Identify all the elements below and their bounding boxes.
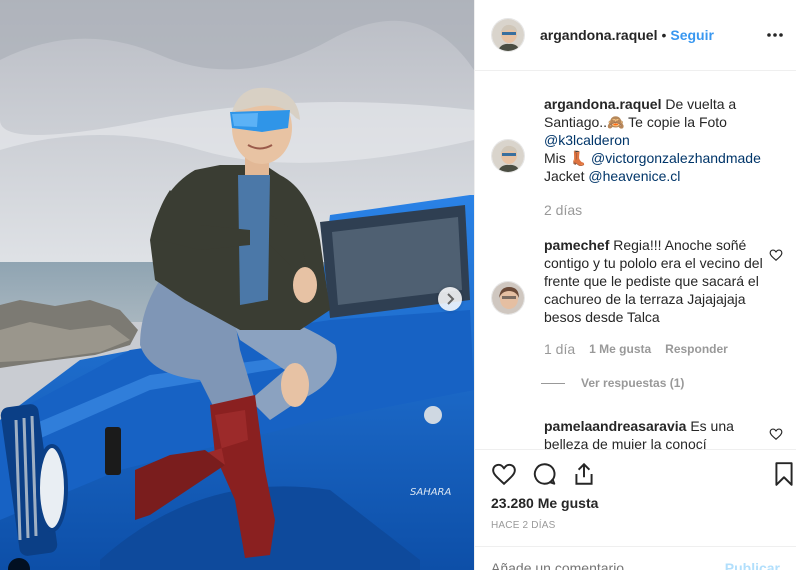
comment-icon[interactable] bbox=[531, 461, 557, 487]
caption-text-jacket: Jacket bbox=[544, 168, 585, 184]
chevron-right-icon bbox=[447, 293, 455, 305]
monkey-emoji-icon: 🙈 bbox=[607, 114, 625, 130]
heart-icon[interactable] bbox=[769, 427, 783, 441]
heart-icon[interactable] bbox=[769, 248, 783, 262]
post-date[interactable]: HACE 2 DÍAS bbox=[491, 520, 555, 531]
author-avatar-image bbox=[492, 19, 524, 51]
likes-count[interactable]: 23.280 Me gusta bbox=[491, 495, 598, 511]
caption-text-line2-rest: Te copie la Foto bbox=[624, 114, 727, 130]
comment-likes[interactable]: 1 Me gusta bbox=[589, 340, 651, 358]
comment-body: pamelaandreasaravia Es una belleza de mu… bbox=[544, 417, 774, 449]
separator-dot: • bbox=[661, 27, 667, 43]
follow-button[interactable]: Seguir bbox=[670, 27, 714, 43]
comment-input[interactable] bbox=[491, 560, 731, 570]
bookmark-icon[interactable] bbox=[771, 461, 796, 487]
comment-meta: 1 día 1 Me gusta Responder bbox=[544, 340, 774, 358]
boot-emoji-icon: 👢 bbox=[569, 150, 588, 166]
divider-line bbox=[541, 382, 565, 384]
mention-link[interactable]: @victorgonzalezhandmade bbox=[591, 150, 761, 166]
caption-text-line1: De vuelta a bbox=[665, 96, 737, 112]
comment-username[interactable]: pamechef bbox=[544, 237, 609, 253]
caption-username[interactable]: argandona.raquel bbox=[544, 96, 661, 112]
comment-time[interactable]: 1 día bbox=[544, 340, 575, 358]
author-avatar-image bbox=[492, 140, 524, 172]
caption-text-line2: Santiago.. bbox=[544, 114, 608, 130]
avatar[interactable] bbox=[491, 18, 525, 52]
author-username[interactable]: argandona.raquel bbox=[540, 27, 657, 43]
avatar[interactable] bbox=[491, 139, 525, 173]
view-replies-label: Ver respuestas (1) bbox=[581, 376, 685, 390]
post-photo[interactable]: SAHARA bbox=[0, 0, 474, 570]
view-replies-button[interactable]: Ver respuestas (1) bbox=[541, 376, 684, 390]
publish-button[interactable]: Publicar bbox=[725, 560, 780, 570]
comment-username[interactable]: pamelaandreasaravia bbox=[544, 418, 686, 434]
more-icon[interactable] bbox=[765, 25, 785, 45]
svg-text:SAHARA: SAHARA bbox=[410, 487, 451, 498]
avatar[interactable] bbox=[491, 281, 525, 315]
actions-bar bbox=[475, 449, 796, 501]
next-photo-button[interactable] bbox=[438, 287, 462, 311]
caption-time[interactable]: 2 días bbox=[544, 201, 774, 219]
comments-list[interactable]: argandona.raquel De vuelta a Santiago..🙈… bbox=[475, 71, 796, 449]
comment-body: pamechef Regia!!! Anoche soñé contigo y … bbox=[544, 236, 774, 358]
post-header: argandona.raquel • Seguir bbox=[475, 0, 796, 71]
mention-link[interactable]: @k3lcalderon bbox=[544, 132, 630, 148]
share-icon[interactable] bbox=[571, 461, 597, 487]
commenter-avatar-image bbox=[492, 282, 524, 314]
caption-text-mis: Mis bbox=[544, 150, 566, 166]
reply-button[interactable]: Responder bbox=[665, 340, 728, 358]
post-details-panel: argandona.raquel • Seguir argandona.raqu… bbox=[474, 0, 796, 570]
like-heart-icon[interactable] bbox=[491, 461, 517, 487]
caption-body: argandona.raquel De vuelta a Santiago..🙈… bbox=[544, 95, 774, 219]
photo-illustration: SAHARA bbox=[0, 0, 474, 570]
mention-link[interactable]: @heavenice.cl bbox=[588, 168, 680, 184]
